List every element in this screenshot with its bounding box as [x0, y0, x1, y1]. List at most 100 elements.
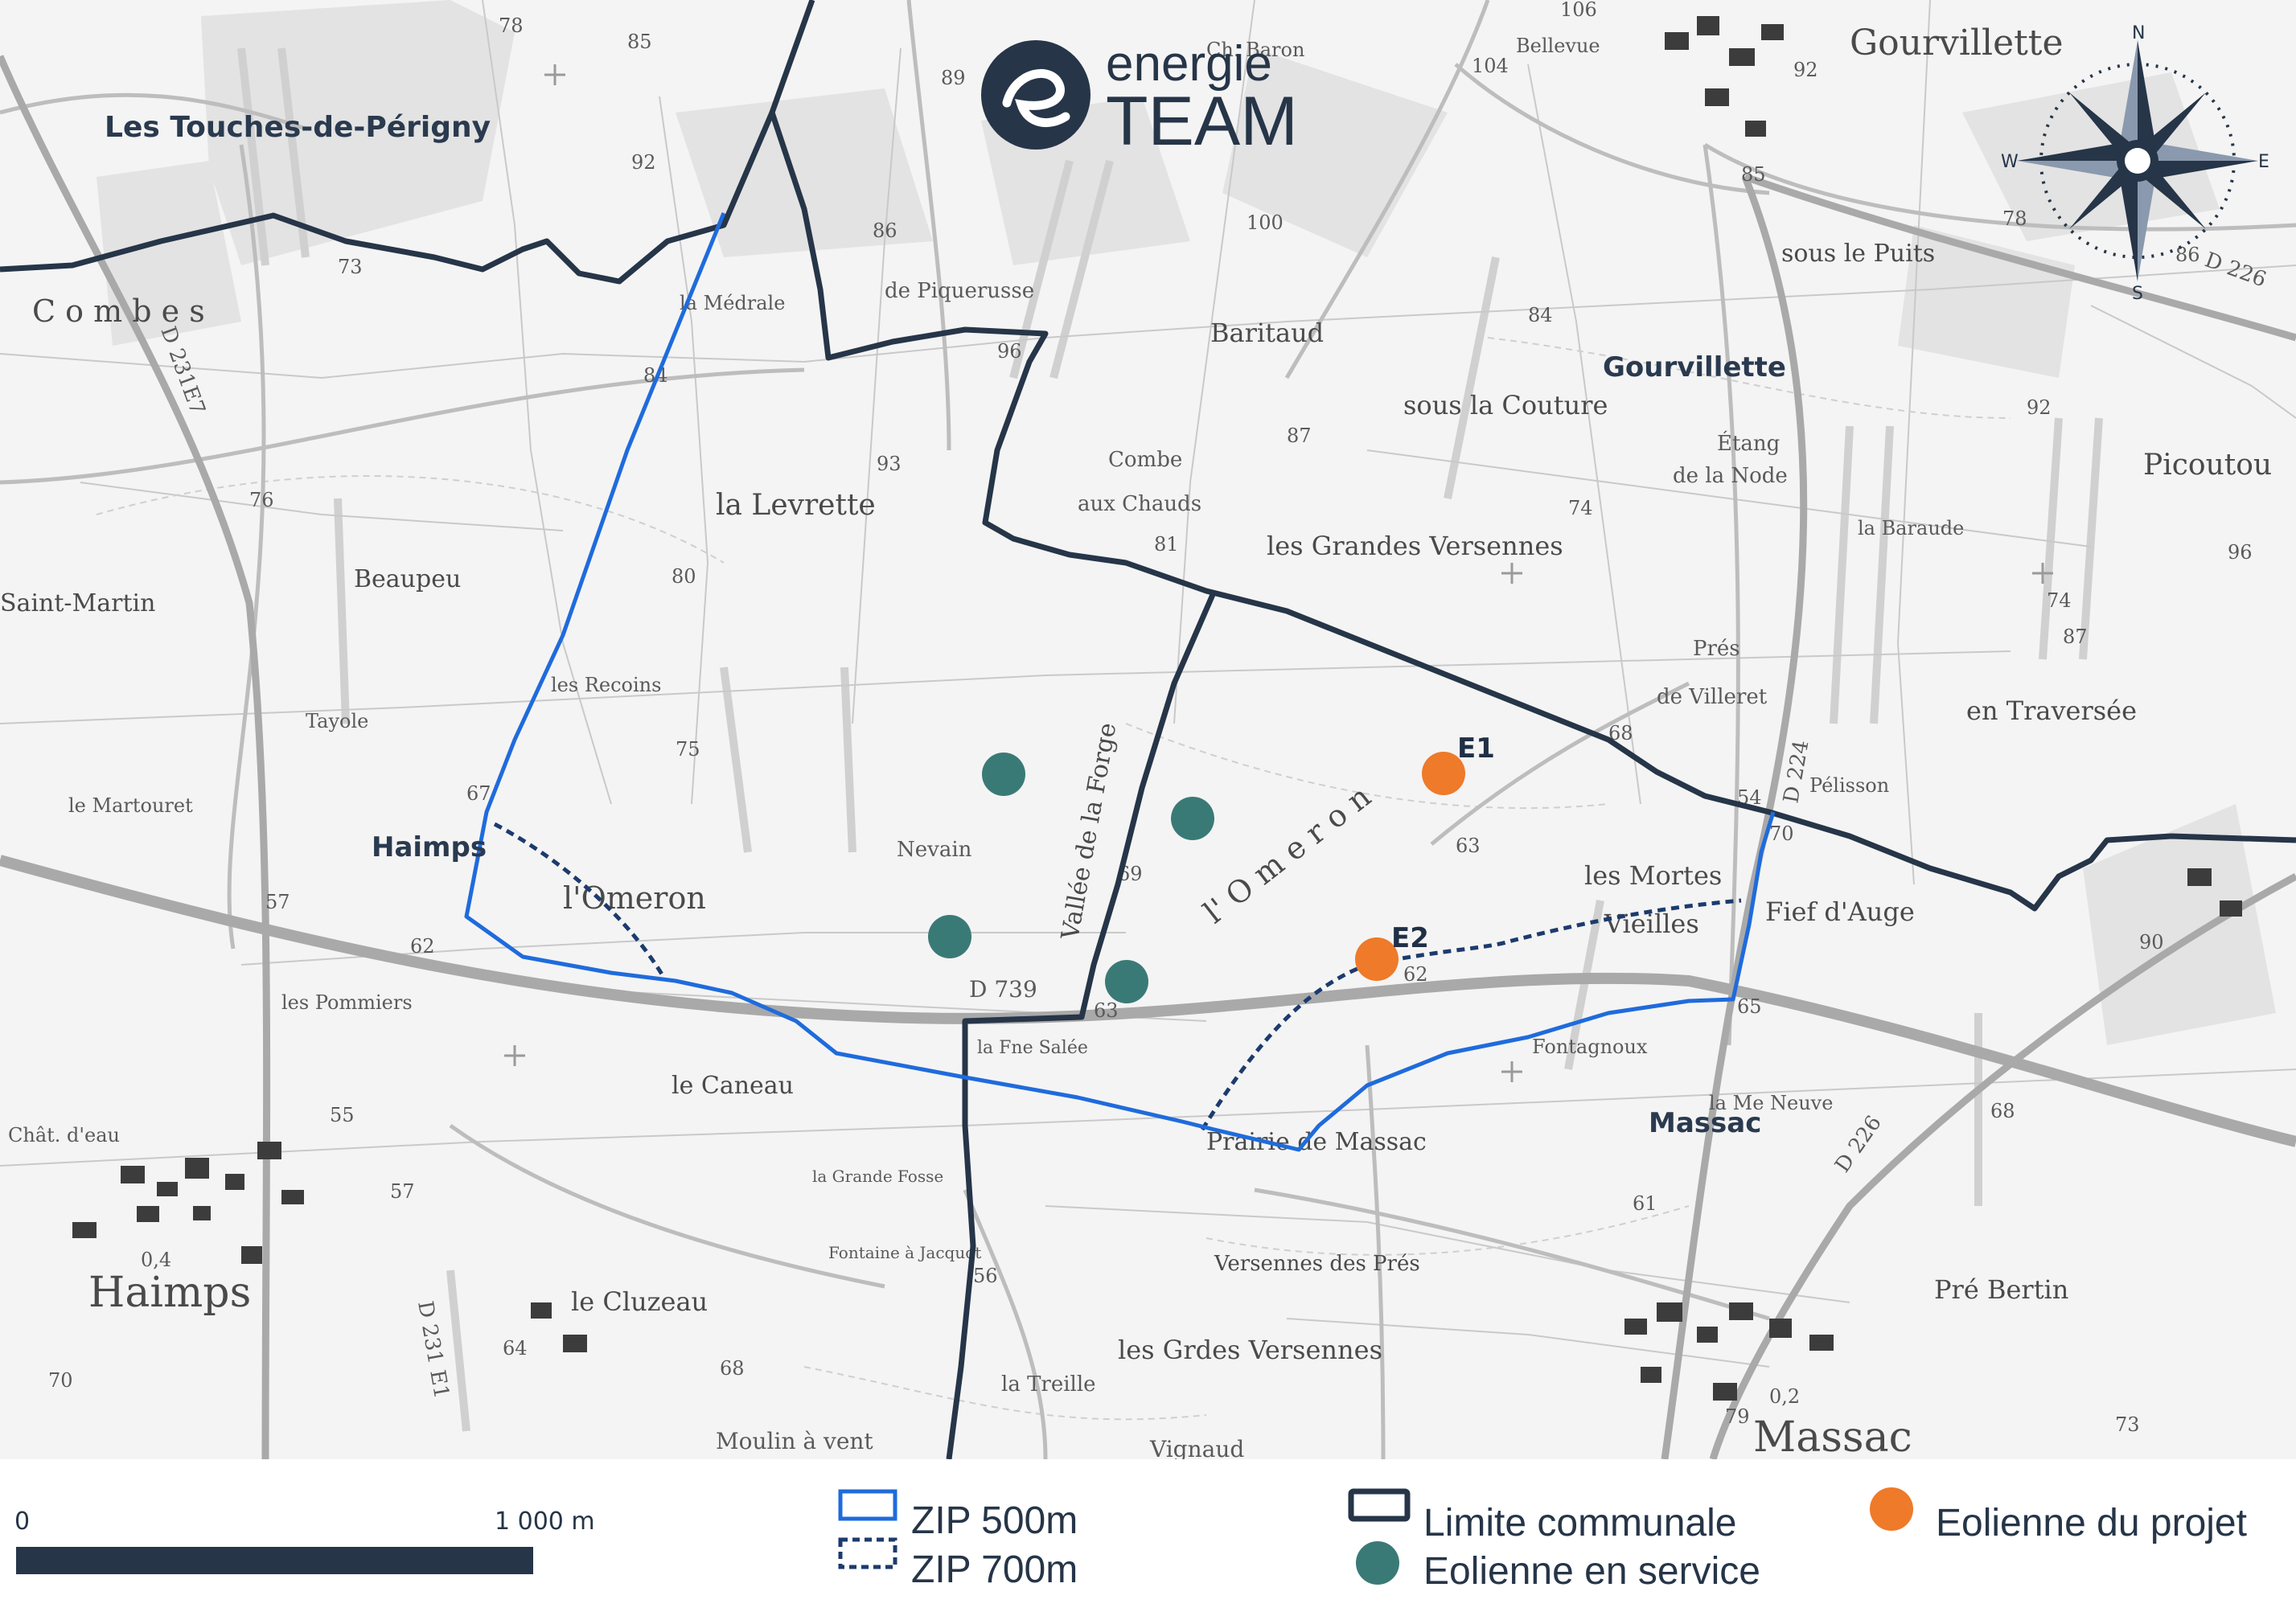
place-label: la Treille: [1001, 1372, 1096, 1397]
town-label: Haimps: [372, 831, 487, 863]
spot-height: 106: [1560, 0, 1597, 21]
compass-n: N: [2132, 23, 2145, 43]
turbine-in-service[interactable]: [982, 753, 1025, 796]
compass-w: W: [2001, 152, 2019, 172]
place-label: sous la Couture: [1403, 390, 1608, 420]
spot-height: 62: [410, 935, 435, 958]
spot-height: 96: [2228, 541, 2253, 564]
spot-height: 89: [941, 67, 966, 89]
spot-height: 79: [1725, 1405, 1750, 1428]
place-label: Fontagnoux: [1532, 1036, 1648, 1058]
place-label: le Caneau: [672, 1072, 794, 1100]
spot-height: 74: [2047, 589, 2072, 612]
place-label: les Recoins: [551, 674, 661, 696]
energie-team-logo: energie TEAM: [981, 36, 1298, 160]
place-label: Prairie de Massac: [1206, 1128, 1427, 1156]
place-label: aux Chauds: [1078, 492, 1201, 516]
spot-height: 65: [1737, 995, 1762, 1018]
spot-height: 68: [1990, 1100, 2015, 1122]
place-label: le Martouret: [68, 794, 193, 817]
spot-height: 104: [1472, 55, 1509, 77]
spot-height: 67: [466, 782, 491, 805]
map-canvas: Gourvillette Haimps Massac C o m b e s l…: [0, 0, 2296, 1612]
turbine-label: E2: [1391, 922, 1429, 954]
spot-height: 61: [1633, 1192, 1657, 1215]
turbine-in-service[interactable]: [928, 915, 971, 958]
scale-start-label: 0: [14, 1507, 30, 1536]
spot-height: 74: [1568, 497, 1593, 519]
place-label: la Médrale: [680, 292, 785, 314]
logo-text-team: TEAM: [1106, 83, 1298, 160]
scale-bar-rect: [16, 1547, 533, 1574]
place-label: Bellevue: [1516, 35, 1600, 57]
spot-height: 55: [330, 1104, 355, 1126]
place-label: la Fne Salée: [977, 1038, 1088, 1058]
legend-zip500-label: ZIP 500m: [911, 1499, 1078, 1542]
turbine-label: E1: [1457, 732, 1495, 765]
place-label: sous le Puits: [1781, 240, 1935, 268]
spot-height: 73: [338, 256, 363, 278]
spot-height: 70: [48, 1369, 73, 1392]
place-label: de la Node: [1673, 464, 1788, 488]
spot-height: 96: [997, 340, 1022, 363]
spot-height: 56: [973, 1265, 998, 1287]
place-label: Tayole: [306, 710, 368, 732]
spot-height: 92: [631, 151, 656, 174]
place-label: Haimps: [88, 1269, 251, 1317]
place-label: les Mortes: [1584, 860, 1722, 891]
legend-zip700-label: ZIP 700m: [911, 1548, 1078, 1591]
turbine-in-service[interactable]: [1171, 797, 1214, 840]
spot-height: 78: [499, 14, 524, 37]
logo-mark-icon: [981, 40, 1090, 150]
spot-height: 0,2: [1769, 1385, 1800, 1408]
place-label: Étang: [1717, 430, 1780, 456]
place-label: Fief d'Auge: [1765, 896, 1915, 927]
town-label: Massac: [1649, 1107, 1761, 1139]
spot-height: 85: [627, 31, 652, 53]
spot-height: 90: [2139, 931, 2164, 954]
place-label: l'Omeron: [563, 880, 706, 916]
place-label: de Piquerusse: [885, 279, 1034, 303]
turbine-in-service[interactable]: [1105, 960, 1148, 1003]
road-label: D 739: [969, 976, 1037, 1003]
spot-height: 100: [1247, 211, 1284, 234]
scale-end-label: 1 000 m: [495, 1507, 595, 1536]
place-label: Combe: [1108, 448, 1182, 472]
place-label: en Traversée: [1966, 695, 2137, 726]
place-label: les Grandes Versennes: [1267, 531, 1563, 561]
town-label: Gourvillette: [1603, 351, 1786, 384]
spot-height: 80: [672, 565, 696, 588]
legend-projet-label: Eolienne du projet: [1936, 1502, 2247, 1544]
place-label: de Villeret: [1657, 685, 1768, 709]
legend-service-swatch: [1356, 1541, 1399, 1585]
spot-height: 75: [676, 738, 700, 761]
legend-service-label: Eolienne en service: [1423, 1550, 1760, 1593]
place-label: Pré Bertin: [1934, 1274, 2068, 1305]
place-label: la Baraude: [1858, 517, 1964, 539]
place-label: Baritaud: [1210, 318, 1324, 348]
place-label: Fontaine à Jacquot: [828, 1243, 981, 1262]
place-label: Nevain: [897, 838, 972, 862]
spot-height: 92: [2027, 396, 2052, 419]
spot-height: 85: [1741, 163, 1766, 186]
place-label: Massac: [1753, 1413, 1912, 1462]
place-label: le Cluzeau: [571, 1286, 708, 1317]
place-label: Moulin à vent: [716, 1428, 873, 1454]
place-label: Vignaud: [1149, 1436, 1244, 1462]
place-label: la Grande Fosse: [812, 1167, 943, 1186]
spot-height: 63: [1094, 999, 1119, 1022]
spot-height: 87: [2063, 626, 2088, 648]
spot-height: 57: [390, 1180, 415, 1203]
compass-e: E: [2258, 152, 2269, 172]
town-label: Les Touches-de-Périgny: [105, 111, 491, 144]
place-label: Picoutou: [2143, 449, 2272, 482]
spot-height: 84: [1528, 304, 1553, 326]
spot-height: 64: [503, 1337, 528, 1360]
legend: 0 1 000 m ZIP 500m ZIP 700m Limite commu…: [0, 1459, 2296, 1612]
spot-height: 62: [1403, 963, 1428, 986]
spot-height: 73: [2115, 1413, 2140, 1436]
legend-limite-label: Limite communale: [1423, 1502, 1736, 1544]
spot-height: 63: [1456, 835, 1481, 857]
compass-s: S: [2132, 284, 2143, 304]
place-label: les Grdes Versennes: [1118, 1335, 1382, 1365]
